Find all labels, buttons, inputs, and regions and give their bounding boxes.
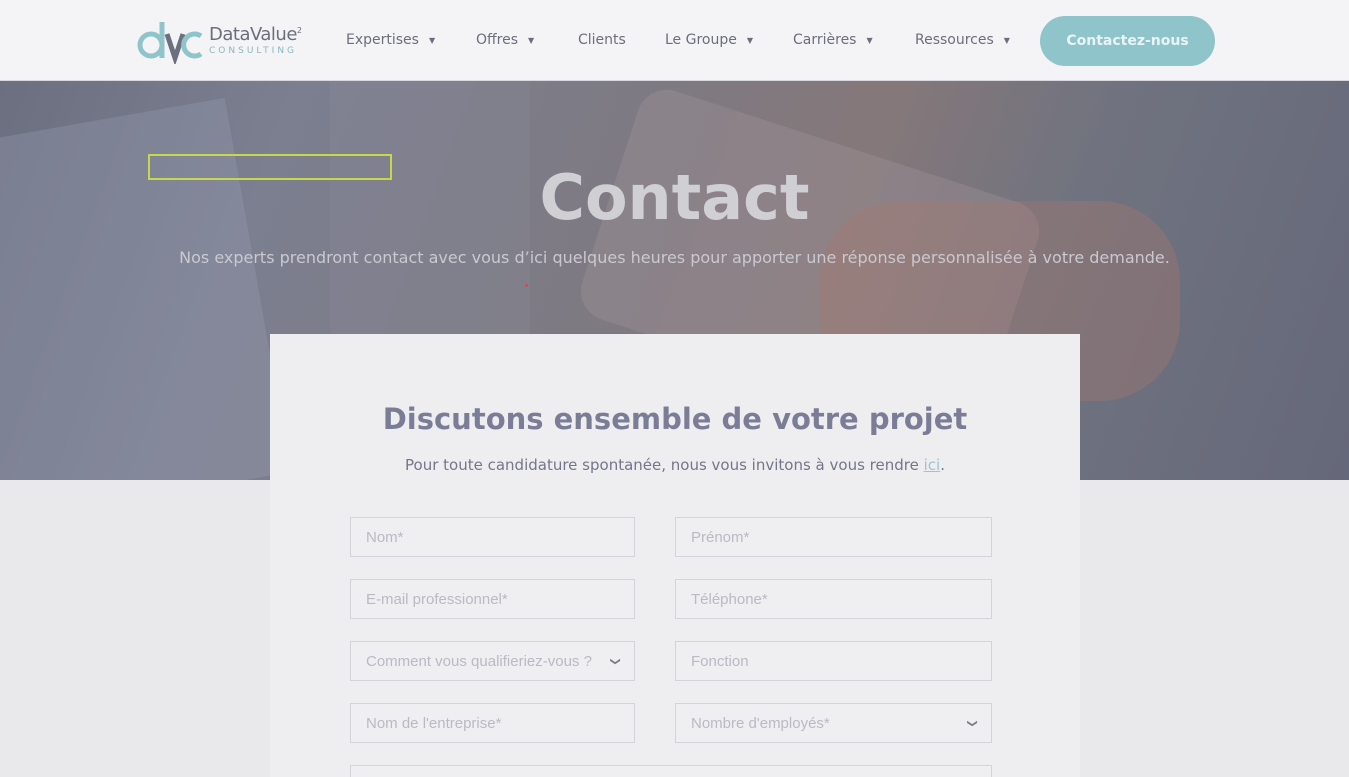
qualification-value: Comment vous qualifieriez-vous ?: [366, 652, 592, 670]
caret-down-icon: ▼: [866, 35, 873, 45]
caret-down-icon: ▼: [428, 35, 436, 45]
site-header: DataValue2 CONSULTING Expertises ▼ Offre…: [0, 0, 1349, 81]
prenom-field[interactable]: Prénom*: [675, 517, 992, 557]
telephone-placeholder: Téléphone*: [691, 590, 768, 608]
caret-down-icon: ▼: [1003, 35, 1010, 45]
qualification-select[interactable]: Comment vous qualifieriez-vous ? ❯: [350, 641, 635, 681]
entreprise-field[interactable]: Nom de l'entreprise*: [350, 703, 635, 743]
nav-expertises[interactable]: Expertises ▼: [346, 32, 435, 48]
nom-placeholder: Nom*: [366, 528, 404, 546]
logo-subtitle: CONSULTING: [209, 46, 298, 56]
nav-label: Clients: [578, 32, 626, 48]
email-field[interactable]: E-mail professionnel*: [350, 579, 635, 619]
logo-name: DataValue: [209, 24, 297, 45]
nav-clients[interactable]: Clients: [578, 32, 626, 48]
fonction-field[interactable]: Fonction: [675, 641, 992, 681]
employes-value: Nombre d'employés*: [691, 714, 830, 732]
nav-le-groupe[interactable]: Le Groupe ▼: [665, 32, 753, 48]
datavalue-logo[interactable]: DataValue2 CONSULTING: [137, 18, 307, 64]
chevron-down-icon: ❯: [966, 718, 978, 728]
spontaneous-application-link[interactable]: ici: [924, 456, 941, 474]
focus-highlight: [148, 154, 392, 180]
nav-label: Offres: [476, 32, 519, 48]
logo-superscript: 2: [296, 26, 302, 35]
message-field[interactable]: [350, 765, 992, 777]
telephone-field[interactable]: Téléphone*: [675, 579, 992, 619]
cursor-dot: [525, 284, 528, 287]
email-placeholder: E-mail professionnel*: [366, 590, 508, 608]
hero-subtitle: Nos experts prendront contact avec vous …: [179, 248, 1170, 267]
fonction-placeholder: Fonction: [691, 652, 749, 670]
contact-form-card: Discutons ensemble de votre projet Pour …: [270, 334, 1080, 777]
chevron-down-icon: ❯: [609, 656, 621, 666]
form-subtitle-text: Pour toute candidature spontanée, nous v…: [405, 456, 924, 474]
employes-select[interactable]: Nombre d'employés* ❯: [675, 703, 992, 743]
caret-down-icon: ▼: [528, 35, 535, 45]
nav-carrieres[interactable]: Carrières ▼: [793, 32, 873, 48]
nav-ressources[interactable]: Ressources ▼: [915, 32, 1010, 48]
contact-us-button[interactable]: Contactez-nous: [1040, 16, 1215, 66]
form-title: Discutons ensemble de votre projet: [382, 402, 968, 436]
nav-offres[interactable]: Offres ▼: [476, 32, 534, 48]
nav-label: Expertises: [346, 32, 419, 48]
form-subtitle: Pour toute candidature spontanée, nous v…: [270, 456, 1080, 474]
caret-down-icon: ▼: [746, 35, 754, 45]
nav-label: Ressources: [915, 32, 994, 48]
logo-mark-icon: [137, 22, 203, 64]
nav-label: Carrières: [793, 32, 857, 48]
entreprise-placeholder: Nom de l'entreprise*: [366, 714, 502, 732]
nav-label: Le Groupe: [665, 32, 737, 48]
prenom-placeholder: Prénom*: [691, 528, 750, 546]
form-subtitle-end: .: [940, 456, 945, 474]
nom-field[interactable]: Nom*: [350, 517, 635, 557]
